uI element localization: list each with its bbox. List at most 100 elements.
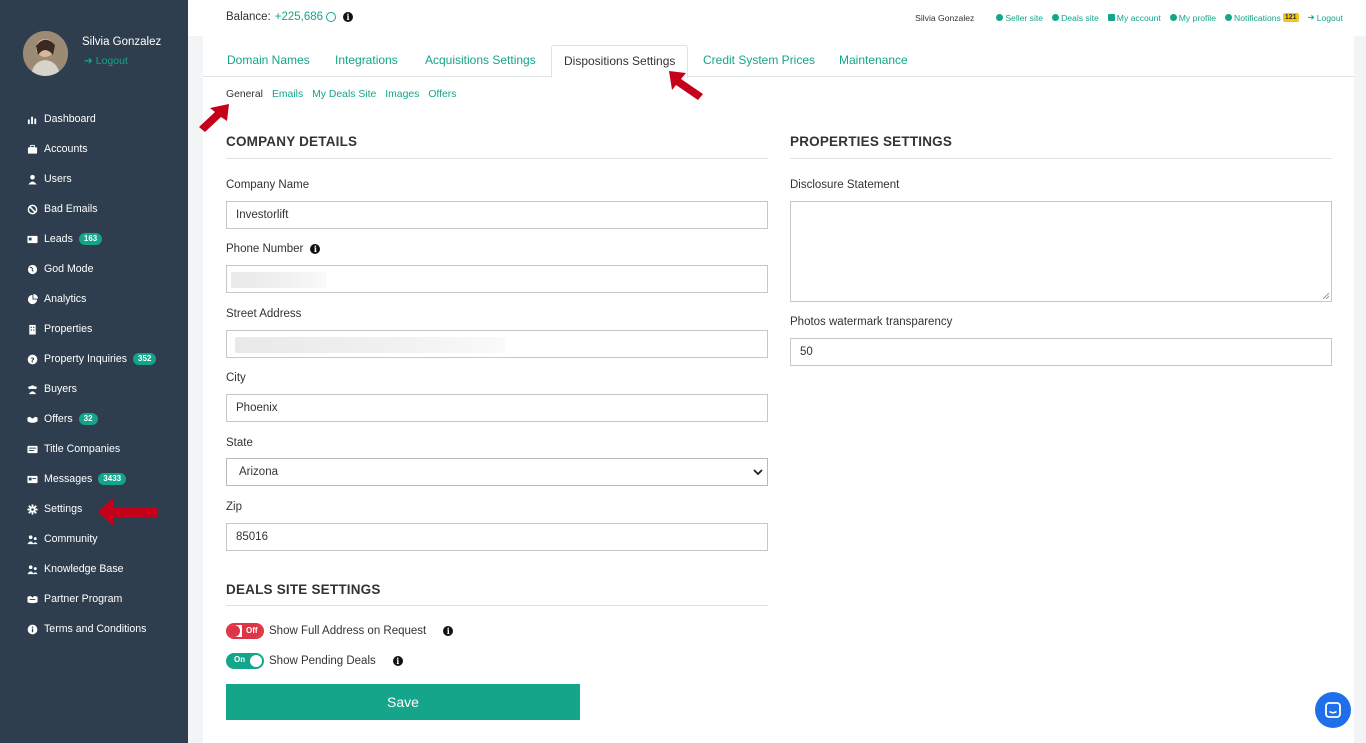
street-address-input[interactable] xyxy=(226,330,768,358)
pending-deals-label: Show Pending Deals xyxy=(269,655,376,667)
sidebar-item-buyers[interactable]: Buyers xyxy=(0,374,188,404)
state-select[interactable]: Arizona xyxy=(226,458,768,486)
full-address-info-icon[interactable]: i xyxy=(443,626,454,636)
logout-label: Logout xyxy=(1316,12,1343,23)
seller-site-label: Seller site xyxy=(1005,12,1044,23)
topbar-user-name: Silvia Gonzalez xyxy=(915,12,975,23)
full-address-toggle[interactable]: Off xyxy=(226,623,264,639)
sidebar-item-label: Title Companies xyxy=(44,443,121,455)
tab-acquisitions-settings[interactable]: Acquisitions Settings xyxy=(413,45,548,77)
subtab-general[interactable]: General xyxy=(226,89,263,100)
chat-icon xyxy=(1325,702,1341,718)
sidebar-item-messages[interactable]: Messages 3433 xyxy=(0,464,188,494)
tab-domain-names[interactable]: Domain Names xyxy=(215,45,322,77)
toggle-state: Off xyxy=(242,625,262,637)
watermark-transparency-input[interactable]: 50 xyxy=(790,338,1332,366)
deals-site-divider xyxy=(226,605,768,606)
partner-icon xyxy=(26,593,38,605)
seller-site-link[interactable]: Seller site xyxy=(996,13,1043,23)
sidebar-item-property-inquiries[interactable]: ? Property Inquiries 352 xyxy=(0,344,188,374)
sidebar-item-bad-emails[interactable]: Bad Emails xyxy=(0,194,188,224)
avatar[interactable] xyxy=(23,31,68,76)
settings-tabs: Domain Names Integrations Acquisitions S… xyxy=(203,45,1354,78)
sidebar-item-label: Bad Emails xyxy=(44,203,98,215)
sidebar-item-label: Settings xyxy=(44,503,83,515)
tab-dispositions-settings[interactable]: Dispositions Settings xyxy=(551,45,689,78)
phone-number-label-row: Phone Number i xyxy=(226,243,321,255)
sidebar-logout-link[interactable]: ➜ Logout xyxy=(84,55,128,67)
deals-site-settings-title: DEALS SITE SETTINGS xyxy=(226,582,381,597)
subtab-images[interactable]: Images xyxy=(385,89,419,100)
coin-icon xyxy=(326,12,337,22)
toggle-knob xyxy=(228,625,240,637)
resize-grip-icon[interactable] xyxy=(1323,293,1329,299)
sidebar-item-title-companies[interactable]: Title Companies xyxy=(0,434,188,464)
subtab-my-deals-site[interactable]: My Deals Site xyxy=(312,89,376,100)
sidebar-item-god-mode[interactable]: God Mode xyxy=(0,254,188,284)
sidebar-item-label: Partner Program xyxy=(44,593,123,605)
sidebar-item-leads[interactable]: Leads 163 xyxy=(0,224,188,254)
tab-maintenance[interactable]: Maintenance xyxy=(827,45,920,77)
phone-info-icon[interactable]: i xyxy=(310,244,321,254)
redacted-value xyxy=(231,272,327,288)
subtab-offers[interactable]: Offers xyxy=(428,89,456,100)
pending-deals-info-icon[interactable]: i xyxy=(392,656,403,666)
sidebar-item-label: Property Inquiries xyxy=(44,353,128,365)
sidebar-item-partner-program[interactable]: Partner Program xyxy=(0,584,188,614)
sidebar-item-accounts[interactable]: Accounts xyxy=(0,134,188,164)
sidebar-item-terms-and-conditions[interactable]: Terms and Conditions xyxy=(0,614,188,644)
pending-deals-toggle[interactable]: On xyxy=(226,653,264,669)
sidebar-item-analytics[interactable]: Analytics xyxy=(0,284,188,314)
subtab-emails[interactable]: Emails xyxy=(272,89,303,100)
svg-text:?: ? xyxy=(30,355,34,364)
sidebar-item-offers[interactable]: Offers 32 xyxy=(0,404,188,434)
id-card-icon xyxy=(1107,14,1115,21)
company-details-divider xyxy=(226,158,768,159)
sidebar-item-label: Knowledge Base xyxy=(44,563,124,575)
save-button[interactable]: Save xyxy=(226,684,580,720)
sidebar-item-users[interactable]: Users xyxy=(0,164,188,194)
phone-number-input[interactable] xyxy=(226,265,768,293)
properties-settings-divider xyxy=(790,158,1332,159)
balance: Balance: +225,686 i xyxy=(226,11,354,23)
city-label: City xyxy=(226,372,246,384)
tab-credit-system-prices[interactable]: Credit System Prices xyxy=(691,45,827,77)
sidebar-item-label: Buyers xyxy=(44,383,77,395)
chevron-down-icon xyxy=(753,469,763,476)
logout-link[interactable]: ➜ Logout xyxy=(1308,12,1344,23)
street-address-label: Street Address xyxy=(226,308,302,320)
users-icon xyxy=(26,383,38,395)
phone-number-label: Phone Number xyxy=(226,243,304,255)
sidebar-item-settings[interactable]: Settings xyxy=(0,494,188,524)
balance-info-icon[interactable]: i xyxy=(343,12,354,22)
logout-icon: ➜ xyxy=(1307,12,1315,22)
sidebar: Silvia Gonzalez ➜ Logout Dashboard Accou… xyxy=(0,0,188,743)
company-name-input[interactable]: Investorlift xyxy=(226,201,768,229)
sidebar-item-dashboard[interactable]: Dashboard xyxy=(0,104,188,134)
my-account-link[interactable]: My account xyxy=(1107,13,1161,23)
zip-input[interactable]: 85016 xyxy=(226,523,768,551)
deals-site-link[interactable]: Deals site xyxy=(1052,13,1099,23)
offers-count-badge: 32 xyxy=(78,413,98,425)
tab-integrations[interactable]: Integrations xyxy=(323,45,410,77)
property-inquiries-count-badge: 352 xyxy=(133,353,157,365)
redacted-value xyxy=(235,337,505,353)
chat-support-button[interactable] xyxy=(1315,692,1351,728)
briefcase-icon xyxy=(26,143,38,155)
toggle-knob xyxy=(250,655,262,667)
messages-count-badge: 3433 xyxy=(98,473,127,485)
city-input[interactable]: Phoenix xyxy=(226,394,768,422)
globe-icon xyxy=(1052,14,1060,21)
my-profile-link[interactable]: My profile xyxy=(1169,13,1216,23)
sidebar-logout-label: Logout xyxy=(95,55,128,67)
company-name-label: Company Name xyxy=(226,179,310,191)
notifications-link[interactable]: Notifications 121 xyxy=(1225,13,1299,23)
building-icon xyxy=(26,323,38,335)
leads-count-badge: 163 xyxy=(78,233,103,245)
disclosure-statement-textarea[interactable] xyxy=(790,201,1332,302)
sidebar-item-community[interactable]: Community xyxy=(0,524,188,554)
sidebar-item-properties[interactable]: Properties xyxy=(0,314,188,344)
sidebar-item-knowledge-base[interactable]: Knowledge Base xyxy=(0,554,188,584)
sidebar-item-label: Analytics xyxy=(44,293,87,305)
notifications-count-badge: 121 xyxy=(1282,13,1299,22)
